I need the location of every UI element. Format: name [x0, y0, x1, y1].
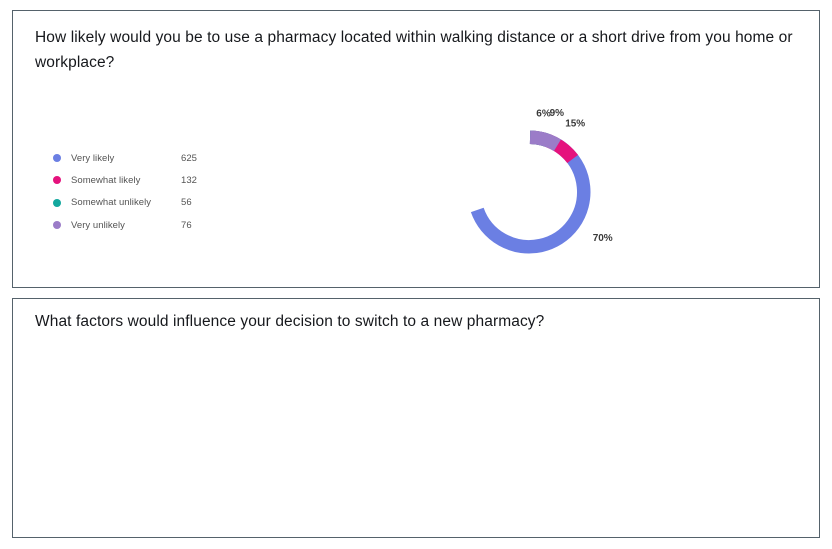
donut-slices: [470, 130, 591, 254]
legend-swatch-icon: [53, 221, 61, 230]
donut-slice-label: 15%: [565, 118, 585, 129]
legend-item-value: 625: [181, 152, 198, 164]
legend-item[interactable]: Somewhat unlikely 56: [37, 192, 192, 214]
panel-likelihood-title: How likely would you be to use a pharmac…: [35, 29, 793, 71]
legend-item[interactable]: Very likely 625: [37, 147, 197, 169]
legend-swatch-icon: [53, 154, 61, 163]
legend-item[interactable]: Very unlikely 76: [37, 214, 192, 236]
legend-swatch-icon: [53, 176, 61, 185]
legend-swatch-icon: [53, 198, 61, 207]
legend-item-value: 56: [181, 197, 192, 209]
panel-switch-factors-title: What factors would influence your decisi…: [35, 313, 545, 330]
legend-item-label: Very likely: [71, 152, 115, 164]
donut-slice: [529, 130, 561, 152]
panel-switch-factors: What factors would influence your decisi…: [12, 298, 820, 538]
legend-item-label: Very unlikely: [71, 219, 125, 231]
legend-likelihood: Very likely 625 Somewhat likely 132 Some…: [37, 147, 197, 236]
panel-likelihood: How likely would you be to use a pharmac…: [12, 10, 820, 288]
survey-results-page: How likely would you be to use a pharmac…: [0, 0, 832, 549]
donut-slice-label: 70%: [593, 233, 613, 244]
legend-item-value: 132: [181, 174, 198, 186]
legend-item-label: Somewhat likely: [71, 174, 141, 186]
donut-chart[interactable]: 70% 15% 6% 9%: [433, 103, 663, 273]
legend-item[interactable]: Somewhat likely 132: [37, 169, 197, 191]
donut-chart-svg: 70%15%6%9%: [470, 108, 613, 254]
legend-item-label: Somewhat unlikely: [71, 197, 152, 209]
donut-slice-label: 9%: [550, 108, 565, 119]
legend-item-value: 76: [181, 219, 192, 231]
